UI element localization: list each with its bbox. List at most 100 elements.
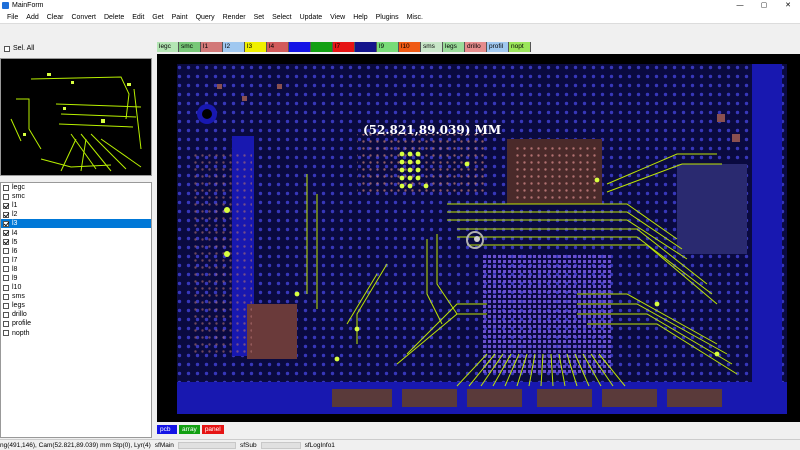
layer-tab-sms[interactable]: sms — [421, 42, 443, 52]
menu-item-convert[interactable]: Convert — [67, 14, 100, 21]
layer-tab-legs[interactable]: legs — [443, 42, 465, 52]
view-tab-panel[interactable]: panel — [201, 425, 224, 434]
layer-item-l7[interactable]: l7 — [1, 256, 151, 265]
layer-label: l9 — [12, 274, 18, 282]
layer-item-smc[interactable]: smc — [1, 192, 151, 201]
menu-item-paint[interactable]: Paint — [168, 14, 192, 21]
layer-item-l5[interactable]: l5 — [1, 238, 151, 247]
layer-tab-profil[interactable]: profil — [487, 42, 509, 52]
layer-item-l6[interactable]: l6 — [1, 247, 151, 256]
layer-tab-smc[interactable]: smc — [179, 42, 201, 52]
layer-checkbox-icon[interactable] — [3, 239, 9, 246]
menu-item-select[interactable]: Select — [268, 14, 295, 21]
view-tab-array[interactable]: array — [179, 425, 200, 434]
layer-item-l4[interactable]: l4 — [1, 228, 151, 237]
menu-item-file[interactable]: File — [3, 14, 22, 21]
layer-tab-l9[interactable]: l9 — [377, 42, 399, 52]
layer-tab-l3[interactable]: l3 — [245, 42, 267, 52]
layer-checkbox-icon[interactable] — [3, 284, 9, 291]
layer-checkbox-icon[interactable] — [3, 211, 9, 218]
layer-tab-l2[interactable]: l2 — [223, 42, 245, 52]
layer-item-drillo[interactable]: drillo — [1, 310, 151, 319]
layer-checkbox-icon[interactable] — [3, 266, 9, 273]
layer-checkbox-icon[interactable] — [3, 320, 9, 327]
layer-item-l2[interactable]: l2 — [1, 210, 151, 219]
menu-item-update[interactable]: Update — [296, 14, 327, 21]
layer-checkbox-icon[interactable] — [3, 275, 9, 282]
layer-label: profile — [12, 320, 32, 328]
thumbnail-image — [10, 73, 142, 172]
menu-item-query[interactable]: Query — [192, 14, 219, 21]
pcb-canvas[interactable] — [157, 54, 800, 422]
layer-checkbox-icon[interactable] — [3, 302, 9, 309]
menu-item-get[interactable]: Get — [148, 14, 167, 21]
layer-checkbox-icon[interactable] — [3, 193, 9, 200]
layer-item-l8[interactable]: l8 — [1, 265, 151, 274]
layer-tab-nopt[interactable]: nopt — [509, 42, 531, 52]
status-sub-slot — [260, 441, 301, 449]
menu-item-edit[interactable]: Edit — [128, 14, 148, 21]
layer-item-sms[interactable]: sms — [1, 292, 151, 301]
status-main-label: sfMain — [154, 441, 174, 449]
menu-item-add[interactable]: Add — [22, 14, 42, 21]
layer-item-profile[interactable]: profile — [1, 319, 151, 328]
layer-checkbox-icon[interactable] — [3, 293, 9, 300]
menu-bar: File Add Clear Convert Delete Edit Get Paint Que… — [0, 11, 800, 24]
select-all-label: Sel. All — [13, 45, 35, 52]
maximize-button[interactable]: ▢ — [752, 0, 776, 11]
layer-label: l8 — [12, 265, 18, 273]
menu-item-set[interactable]: Set — [250, 14, 269, 21]
layer-label: l6 — [12, 247, 18, 255]
layer-label: l1 — [12, 202, 18, 210]
minimize-button[interactable]: — — [728, 0, 752, 11]
layer-label: nopth — [12, 329, 30, 337]
menu-item-clear[interactable]: Clear — [43, 14, 68, 21]
pcb-render — [157, 54, 800, 422]
layer-checkbox-icon[interactable] — [3, 184, 9, 191]
cursor-coordinate-label: (52.821,89.039) MM — [363, 123, 502, 137]
menu-item-view[interactable]: View — [326, 14, 349, 21]
layer-label: l10 — [12, 284, 22, 292]
layer-tab-swatch-9[interactable] — [355, 42, 377, 52]
layer-checkbox-icon[interactable] — [3, 248, 9, 255]
checkbox-icon[interactable] — [4, 45, 10, 52]
layer-tab-legc[interactable]: legc — [157, 42, 179, 52]
layer-item-l3[interactable]: l3 — [1, 219, 151, 229]
layer-item-l9[interactable]: l9 — [1, 274, 151, 283]
select-all-checkbox[interactable]: Sel. All — [4, 45, 34, 52]
view-tab-pcb[interactable]: pcb — [157, 425, 177, 434]
layer-item-nopth[interactable]: nopth — [1, 329, 151, 338]
menu-item-delete[interactable]: Delete — [100, 14, 128, 21]
layer-tab-swatch-6[interactable] — [289, 42, 311, 52]
layer-tab-swatch-7[interactable] — [311, 42, 333, 52]
layer-tab-l1[interactable]: l1 — [201, 42, 223, 52]
menu-item-misc[interactable]: Misc. — [403, 14, 427, 21]
layer-checkbox-icon[interactable] — [3, 220, 9, 227]
layer-tab-l10[interactable]: l10 — [399, 42, 421, 52]
status-sub-label: sfSub — [239, 441, 257, 449]
layer-item-legs[interactable]: legs — [1, 301, 151, 310]
status-main-slot — [177, 441, 236, 449]
layer-item-l10[interactable]: l10 — [1, 283, 151, 292]
app-icon — [2, 2, 9, 9]
layer-checkbox-icon[interactable] — [3, 230, 9, 237]
layer-checkbox-icon[interactable] — [3, 311, 9, 318]
layer-list[interactable]: legc smc l1 l2 l3 l4 l5 l6 l7 l8 l9 l10 sms legs drill… — [0, 182, 152, 438]
layer-checkbox-icon[interactable] — [3, 202, 9, 209]
layer-checkbox-icon[interactable] — [3, 330, 9, 337]
menu-item-help[interactable]: Help — [349, 14, 371, 21]
layer-label: l4 — [12, 229, 18, 237]
layer-item-l1[interactable]: l1 — [1, 201, 151, 210]
layer-item-legc[interactable]: legc — [1, 183, 151, 192]
menu-item-plugins[interactable]: Plugins — [372, 14, 403, 21]
close-button[interactable]: ✕ — [776, 0, 800, 11]
board-thumbnail[interactable] — [0, 58, 152, 176]
layer-label: legs — [12, 302, 25, 310]
layer-label: l3 — [12, 220, 18, 228]
layer-tab-drillo[interactable]: drillo — [465, 42, 487, 52]
menu-item-render[interactable]: Render — [219, 14, 250, 21]
layer-label: l2 — [12, 211, 18, 219]
layer-tab-l7[interactable]: l7 — [333, 42, 355, 52]
layer-checkbox-icon[interactable] — [3, 257, 9, 264]
layer-tab-l4[interactable]: l4 — [267, 42, 289, 52]
